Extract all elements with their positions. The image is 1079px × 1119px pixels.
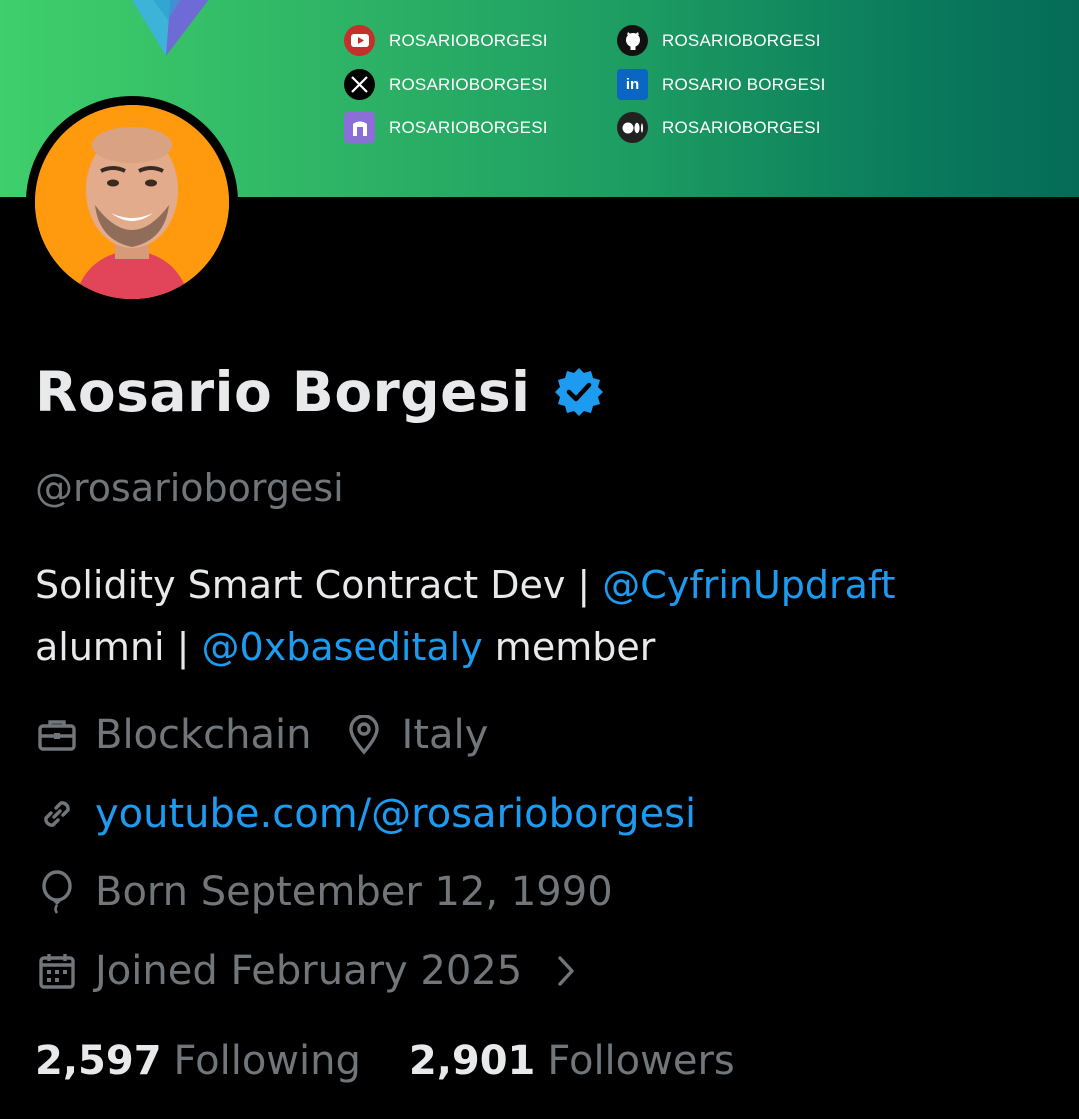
social-label: ROSARIOBORGESI bbox=[662, 117, 821, 137]
display-name: Rosario Borgesi bbox=[35, 360, 531, 424]
social-github: ROSARIOBORGESI bbox=[617, 25, 821, 56]
verified-badge-icon[interactable] bbox=[553, 366, 605, 418]
social-label: ROSARIOBORGESI bbox=[389, 74, 548, 94]
location-pin-icon bbox=[342, 713, 386, 757]
profile-meta-category-location: Blockchain Italy bbox=[35, 712, 488, 758]
bio-text: member bbox=[482, 625, 656, 669]
following-count: 2,597 bbox=[35, 1038, 162, 1084]
linkedin-icon: in bbox=[617, 69, 648, 100]
youtube-icon bbox=[344, 25, 375, 56]
social-label: ROSARIO BORGESI bbox=[662, 74, 826, 94]
profile-meta-website: youtube.com/@rosarioborgesi bbox=[35, 791, 696, 837]
social-youtube: ROSARIOBORGESI bbox=[344, 25, 548, 56]
profile-location: Italy bbox=[401, 712, 489, 758]
profile-website-link[interactable]: youtube.com/@rosarioborgesi bbox=[95, 791, 696, 837]
arch-icon bbox=[344, 112, 375, 143]
bio-text: Solidity Smart Contract Dev | bbox=[35, 563, 603, 607]
following-label: Following bbox=[173, 1038, 361, 1084]
banner-logo bbox=[132, 0, 209, 56]
link-icon bbox=[35, 792, 79, 836]
social-x: ROSARIOBORGESI bbox=[344, 69, 548, 100]
profile-stats: 2,597 Following 2,901 Followers bbox=[35, 1038, 735, 1084]
bio-mention-cyfrin[interactable]: @CyfrinUpdraft bbox=[602, 563, 895, 607]
avatar-photo bbox=[35, 105, 229, 299]
social-label: ROSARIOBORGESI bbox=[662, 30, 821, 50]
following-stat[interactable]: 2,597 Following bbox=[35, 1038, 361, 1084]
bio-mention-0xbaseditaly[interactable]: @0xbaseditaly bbox=[202, 625, 483, 669]
medium-icon bbox=[617, 112, 648, 143]
profile-birthday: Born September 12, 1990 bbox=[95, 869, 613, 915]
social-label: ROSARIOBORGESI bbox=[389, 30, 548, 50]
profile-bio: Solidity Smart Contract Dev | @CyfrinUpd… bbox=[35, 554, 1045, 678]
github-icon bbox=[617, 25, 648, 56]
avatar-illustration bbox=[35, 105, 229, 299]
profile-meta-joined[interactable]: Joined February 2025 bbox=[35, 948, 604, 994]
x-icon bbox=[344, 69, 375, 100]
social-medium: ROSARIOBORGESI bbox=[617, 112, 821, 143]
followers-stat[interactable]: 2,901 Followers bbox=[409, 1038, 735, 1084]
profile-joined: Joined February 2025 bbox=[95, 948, 523, 994]
profile-name: Rosario Borgesi bbox=[35, 360, 605, 424]
profile-meta-birthday: Born September 12, 1990 bbox=[35, 869, 613, 915]
social-arch: ROSARIOBORGESI bbox=[344, 112, 548, 143]
profile-handle: @rosarioborgesi bbox=[35, 466, 344, 510]
followers-count: 2,901 bbox=[408, 1038, 536, 1084]
social-linkedin: in ROSARIO BORGESI bbox=[617, 69, 826, 100]
followers-label: Followers bbox=[547, 1038, 735, 1084]
chevron-right-icon[interactable] bbox=[544, 949, 588, 993]
balloon-icon bbox=[35, 870, 79, 914]
social-label: ROSARIOBORGESI bbox=[389, 117, 548, 137]
briefcase-icon bbox=[35, 713, 79, 757]
bio-text: alumni | bbox=[35, 625, 202, 669]
profile-avatar[interactable] bbox=[26, 96, 238, 308]
calendar-icon bbox=[35, 949, 79, 993]
profile-category: Blockchain bbox=[95, 712, 312, 758]
